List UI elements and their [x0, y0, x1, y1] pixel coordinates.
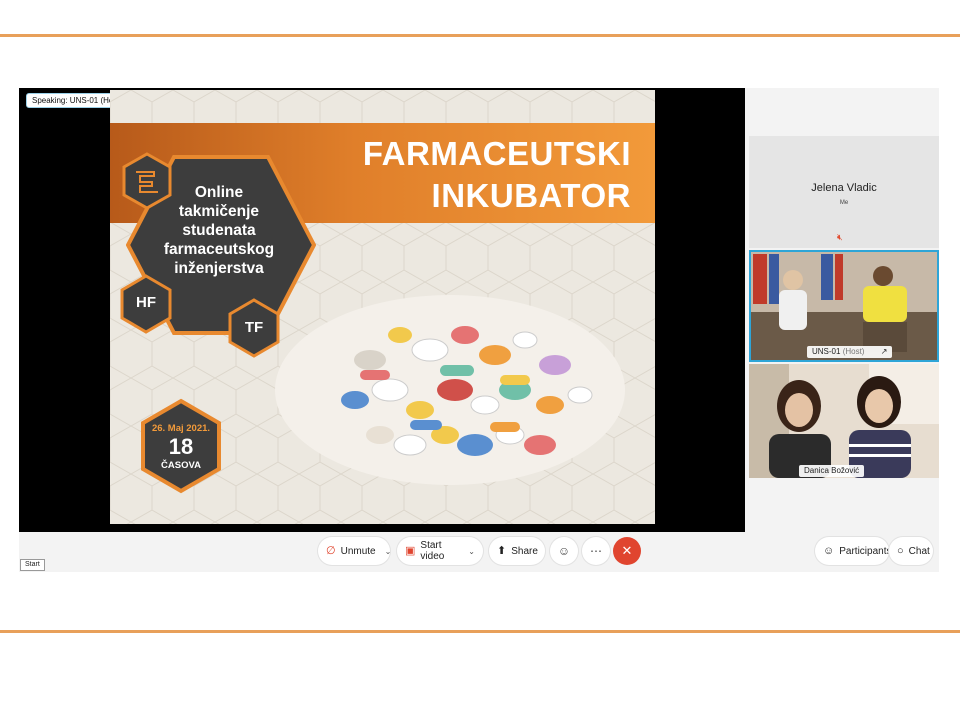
microphone-muted-icon: ∅ — [326, 544, 336, 557]
pharma-logo-icon — [122, 152, 172, 210]
participants-video-panel: Jelena Vladic Me 🔇︎ UNS-01 (Host) ↗ Dani… — [749, 88, 939, 532]
event-time-unit: ČASOVA — [161, 460, 201, 471]
share-label: Share — [511, 545, 538, 557]
self-tile[interactable]: Jelena Vladic Me 🔇︎ — [749, 136, 939, 248]
presentation-page: Speaking: UNS-01 (Host) FARMACEUTSKI INK… — [0, 0, 960, 720]
shared-content-stage: Speaking: UNS-01 (Host) FARMACEUTSKI INK… — [19, 88, 745, 532]
microphone-muted-icon: 🔇︎ — [837, 232, 843, 242]
meeting-control-bar: Start ∅ Unmute ⌄ ▣ Start video ⌄ ⬆ Share… — [19, 532, 939, 572]
unmute-label: Unmute — [340, 545, 376, 557]
share-icon: ⬆ — [497, 544, 507, 557]
start-video-label: Start video — [420, 540, 445, 562]
event-date: 26. Maj 2021. — [151, 423, 211, 434]
slide-title: FARMACEUTSKI INKUBATOR — [363, 133, 631, 217]
bottom-orange-rule — [0, 630, 960, 633]
host-role: (Host) — [842, 347, 865, 356]
top-orange-rule — [0, 34, 960, 37]
participants-label: Participants — [839, 545, 892, 557]
self-sub: Me — [839, 200, 849, 206]
chevron-down-icon[interactable]: ⌄ — [385, 547, 392, 556]
chat-button[interactable]: ○ Chat — [889, 537, 933, 565]
participants-button[interactable]: ☺︎ Participants — [815, 537, 892, 565]
shared-slide: FARMACEUTSKI INKUBATOR Online takmičenje… — [110, 90, 655, 524]
participant-video-label: Danica Božović — [799, 465, 865, 477]
chat-icon: ○ — [897, 544, 904, 557]
reactions-icon: ☺ — [557, 544, 571, 558]
start-button[interactable]: Start — [20, 559, 45, 571]
event-time: 18 — [168, 434, 194, 459]
video-feed-host — [751, 252, 937, 360]
video-tile-host[interactable]: UNS-01 (Host) ↗ — [749, 250, 939, 362]
slide-title-line-2: INKUBATOR — [431, 177, 631, 214]
chevron-down-icon[interactable]: ⌄ — [468, 547, 475, 556]
start-video-button[interactable]: ▣ Start video ⌄ — [397, 537, 483, 565]
hf-logo-text: HF — [136, 294, 156, 311]
share-button[interactable]: ⬆ Share — [489, 537, 545, 565]
slide-title-line-1: FARMACEUTSKI — [362, 135, 631, 172]
host-name: UNS-01 — [812, 347, 841, 356]
host-video-label: UNS-01 (Host) ↗ — [807, 346, 893, 358]
video-feed-participant — [749, 364, 939, 478]
more-icon: ⋯ — [590, 544, 602, 558]
subtitle-line: studenata — [182, 222, 256, 239]
leave-icon: ✕ — [621, 543, 633, 558]
video-tile-participant[interactable]: Danica Božović — [749, 364, 939, 478]
pop-out-icon[interactable]: ↗ — [881, 347, 888, 356]
leave-meeting-button[interactable]: ✕ — [613, 537, 641, 565]
self-name: Jelena Vladic — [811, 182, 877, 194]
pills-illustration — [275, 295, 625, 485]
chat-label: Chat — [908, 545, 930, 557]
video-icon: ▣ — [405, 544, 416, 557]
webex-meeting-window: Speaking: UNS-01 (Host) FARMACEUTSKI INK… — [19, 88, 939, 572]
participants-icon: ☺︎ — [823, 544, 835, 557]
reactions-button[interactable]: ☺ — [550, 537, 578, 565]
more-options-button[interactable]: ⋯ — [582, 537, 610, 565]
unmute-button[interactable]: ∅ Unmute ⌄ — [318, 537, 392, 565]
